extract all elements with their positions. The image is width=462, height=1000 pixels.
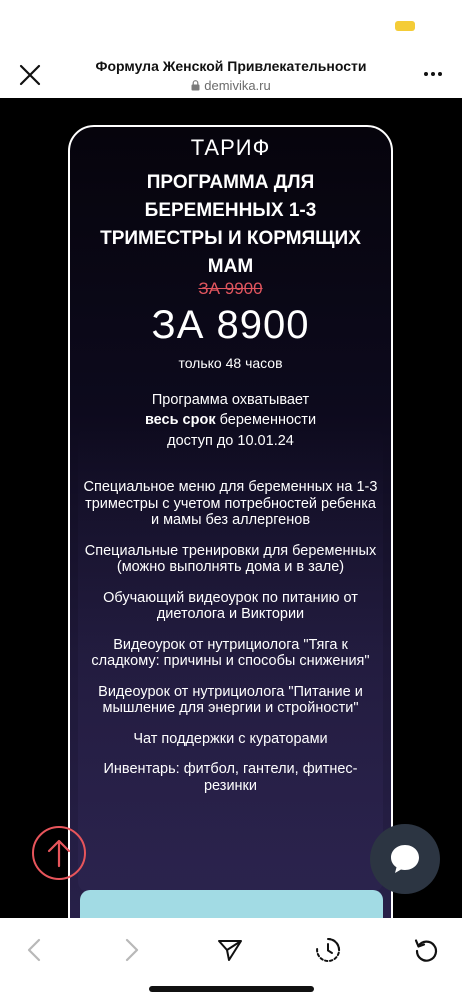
lock-icon [191,80,200,91]
share-button[interactable] [208,928,252,972]
coverage-line-1: Программа охватывает [151,392,310,408]
history-icon [316,937,341,962]
chat-bubble-icon [391,845,419,873]
chevron-left-icon [27,938,41,962]
page-title: Формула Женской Привлекательности [95,58,367,74]
feature-item: Видеоурок от нутрициолога "Тяга к сладко… [91,636,370,670]
domain-row: demivika.ru [60,78,402,93]
send-icon [218,940,242,961]
page-content: ТАРИФ ПРОГРАММА ДЛЯ БЕРЕМЕННЫХ 1-3 ТРИМЕ… [0,98,462,918]
buy-button[interactable] [80,890,383,918]
feature-item: Инвентарь: фитбол, гантели, фитнес-резин… [103,761,358,794]
chevron-right-icon [125,938,139,962]
new-price: ЗА 8900 [151,303,310,347]
feature-item: Специальное меню для беременных на 1-3 т… [83,479,378,528]
arrow-up-icon [47,839,71,868]
reload-icon [414,939,438,962]
more-button[interactable] [422,64,444,84]
history-button[interactable] [306,928,350,972]
scroll-to-top-button[interactable] [32,826,86,880]
feature-item: Обучающий видеоурок по питанию от диетол… [103,589,358,623]
access-date: доступ до 10.01.24 [167,433,294,449]
features-list: Специальное меню для беременных на 1-3 т… [82,479,379,808]
time-limit: только 48 часов [178,355,283,371]
old-price: ЗА 9900 [198,279,263,298]
coverage-line-2: весь срок беременности [80,410,381,430]
status-bar [0,0,462,44]
feature-item: Видеоурок от нутрициолога "Питание и мыш… [98,683,363,717]
tariff-card: ТАРИФ ПРОГРАММА ДЛЯ БЕРЕМЕННЫХ 1-3 ТРИМЕ… [68,125,393,918]
battery-icon [395,21,415,31]
title-block: Формула Женской Привлекательности demivi… [60,58,402,93]
browser-toolbar [0,918,462,1000]
coverage-text: Программа охватывает весь срок беременно… [80,390,381,430]
coverage-suffix: беременности [219,412,317,428]
domain-text: demivika.ru [204,78,271,93]
browser-header: Формула Женской Привлекательности demivi… [0,44,462,98]
chat-button[interactable] [370,824,440,894]
more-icon [424,72,442,76]
tariff-label: ТАРИФ [190,135,271,160]
home-indicator [149,986,314,992]
feature-item: Чат поддержки с кураторами [133,730,328,747]
close-icon [19,64,41,86]
reload-button[interactable] [404,928,448,972]
close-button[interactable] [15,62,45,88]
back-button[interactable] [12,928,56,972]
forward-button[interactable] [110,928,154,972]
feature-item: Специальные тренировки для беременных (м… [84,542,377,576]
coverage-bold: весь срок [144,412,216,428]
program-name: ПРОГРАММА ДЛЯ БЕРЕМЕННЫХ 1-3 ТРИМЕСТРЫ И… [100,172,361,277]
